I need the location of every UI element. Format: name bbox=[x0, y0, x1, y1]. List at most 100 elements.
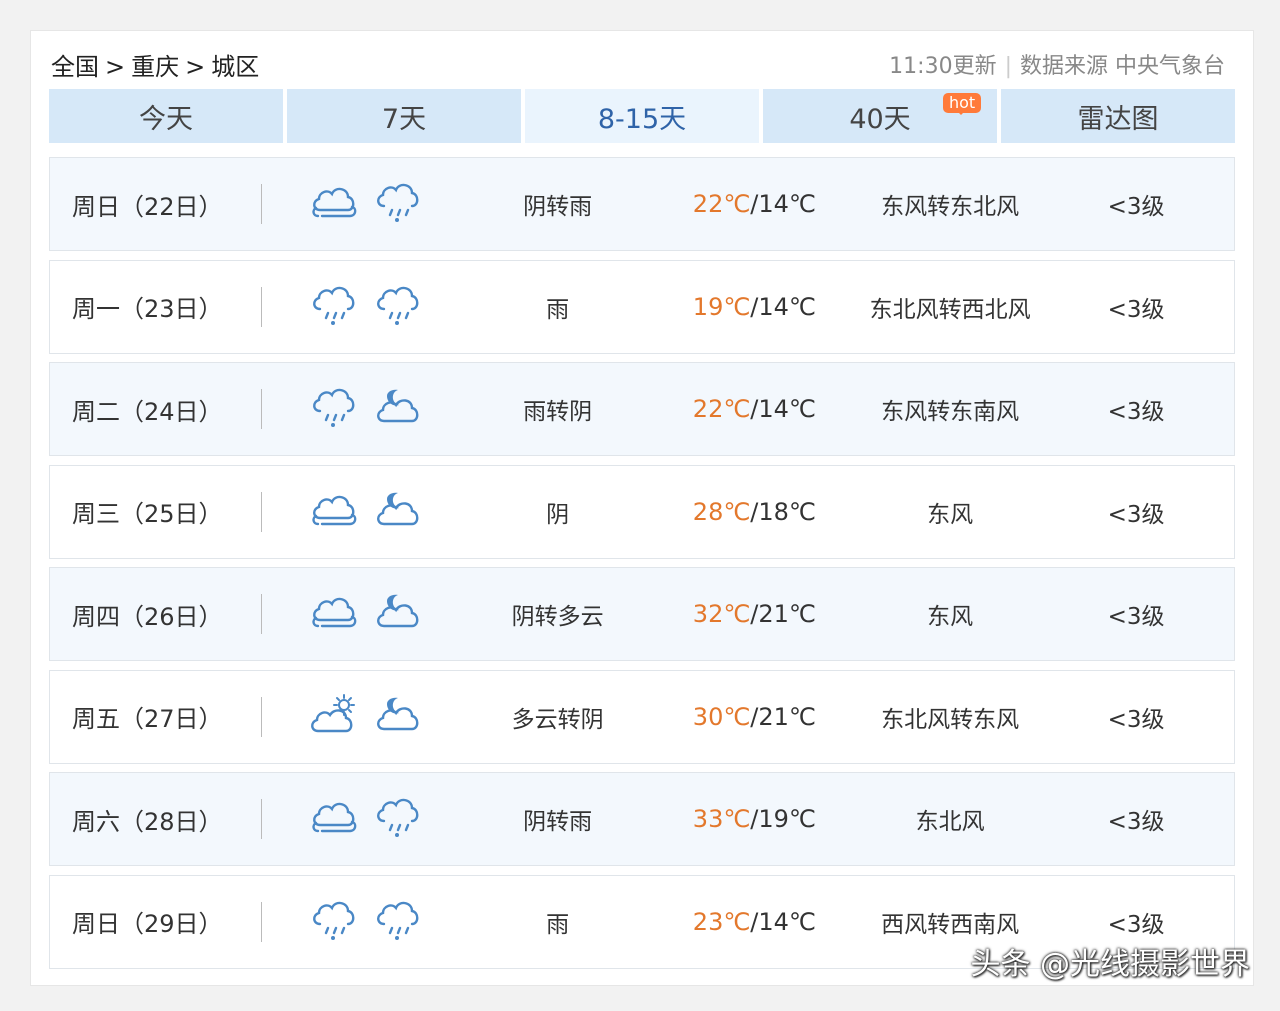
weather-icons bbox=[262, 180, 469, 228]
low-temp: /19℃ bbox=[750, 805, 816, 833]
moon-cloud-icon bbox=[374, 488, 424, 536]
wind-level: <3级 bbox=[1107, 399, 1165, 425]
rain-icon bbox=[374, 795, 424, 843]
weather-description: 多云转阴 bbox=[511, 706, 604, 733]
meta-divider: | bbox=[1004, 54, 1012, 79]
moon-cloud-icon bbox=[374, 693, 424, 741]
weather-description: 阴转雨 bbox=[523, 194, 593, 220]
wind-direction: 东风转东北风 bbox=[881, 194, 1020, 220]
day-label: 周二（24日） bbox=[72, 397, 223, 426]
tab-label: 雷达图 bbox=[1077, 103, 1159, 135]
weather-icons bbox=[262, 590, 469, 638]
weather-icons bbox=[262, 693, 469, 741]
tab-today[interactable]: 今天 bbox=[49, 89, 283, 143]
top-bar: 全国 > 重庆 > 城区 11:30更新 | 数据来源 中央气象台 bbox=[51, 49, 1225, 85]
low-temp: /21℃ bbox=[750, 600, 816, 628]
breadcrumb-city[interactable]: 重庆 bbox=[131, 53, 179, 81]
low-temp: /14℃ bbox=[750, 907, 816, 936]
wind-direction: 东风 bbox=[927, 604, 974, 630]
wind-direction: 东北风转东风 bbox=[881, 706, 1020, 733]
wind-level: <3级 bbox=[1107, 296, 1165, 323]
rain-icon bbox=[310, 898, 360, 946]
data-source: 数据来源 中央气象台 bbox=[1020, 54, 1225, 79]
update-info: 11:30更新 | 数据来源 中央气象台 bbox=[889, 49, 1225, 85]
temperature: 22℃/14℃ bbox=[647, 395, 862, 423]
high-temp: 22℃ bbox=[692, 190, 751, 218]
temperature: 33℃/19℃ bbox=[647, 805, 862, 833]
low-temp: /18℃ bbox=[750, 497, 816, 526]
tab-40day[interactable]: 40天 hot bbox=[763, 89, 997, 143]
day-label: 周三（25日） bbox=[72, 500, 223, 528]
high-temp: 23℃ bbox=[692, 907, 751, 936]
wind-level: <3级 bbox=[1107, 706, 1165, 733]
temperature: 30℃/21℃ bbox=[647, 703, 862, 731]
high-temp: 22℃ bbox=[692, 395, 751, 423]
cloud-icon bbox=[310, 795, 360, 843]
wind-direction: 东北风转西北风 bbox=[869, 296, 1031, 323]
moon-cloud-icon bbox=[374, 590, 424, 638]
moon-cloud-icon bbox=[374, 385, 424, 433]
temperature: 19℃/14℃ bbox=[647, 293, 862, 321]
forecast-row: 周日（22日） 阴转雨 22℃/14℃ 东风转东北风 <3级 bbox=[49, 157, 1235, 251]
wind-direction: 东北风 bbox=[915, 809, 985, 835]
high-temp: 30℃ bbox=[692, 702, 751, 731]
breadcrumb-separator: > bbox=[185, 53, 206, 81]
wind-level: <3级 bbox=[1107, 501, 1165, 528]
weather-description: 阴 bbox=[546, 501, 570, 528]
day-label: 周一（23日） bbox=[72, 295, 223, 323]
update-time: 11:30更新 bbox=[889, 54, 997, 79]
high-temp: 19℃ bbox=[692, 292, 751, 321]
rain-icon bbox=[310, 385, 360, 433]
tab-7day[interactable]: 7天 bbox=[287, 89, 521, 143]
weather-icons bbox=[262, 385, 469, 433]
tab-radar[interactable]: 雷达图 bbox=[1001, 89, 1235, 143]
breadcrumb-separator: > bbox=[105, 53, 126, 81]
rain-icon bbox=[374, 283, 424, 331]
forecast-card: 全国 > 重庆 > 城区 11:30更新 | 数据来源 中央气象台 今天 7天 8-15天 … bbox=[30, 30, 1254, 986]
forecast-row: 周三（25日） 阴 28℃/18℃ 东风 <3级 bbox=[49, 464, 1235, 559]
tab-label: 40天 bbox=[849, 103, 911, 135]
weather-icons bbox=[262, 898, 469, 946]
rain-icon bbox=[310, 283, 360, 331]
wind-direction: 西风转西南风 bbox=[881, 911, 1020, 938]
day-label: 周四（26日） bbox=[72, 602, 223, 631]
high-temp: 28℃ bbox=[692, 497, 751, 526]
sun-cloud-icon bbox=[310, 693, 360, 741]
tab-8-15day[interactable]: 8-15天 bbox=[525, 89, 759, 143]
low-temp: /14℃ bbox=[750, 190, 816, 218]
forecast-row: 周六（28日） 阴转雨 33℃/19℃ 东北风 <3级 bbox=[49, 772, 1235, 866]
forecast-row: 周二（24日） 雨转阴 22℃/14℃ 东风转东南风 <3级 bbox=[49, 362, 1235, 456]
breadcrumb-district[interactable]: 城区 bbox=[211, 53, 259, 81]
breadcrumb-country[interactable]: 全国 bbox=[51, 53, 99, 81]
wind-direction: 东风 bbox=[927, 501, 974, 528]
rain-icon bbox=[374, 898, 424, 946]
low-temp: /21℃ bbox=[750, 702, 816, 731]
wind-level: <3级 bbox=[1107, 911, 1165, 938]
weather-icons bbox=[262, 488, 469, 536]
cloud-icon bbox=[310, 488, 360, 536]
weather-icons bbox=[262, 795, 469, 843]
weather-description: 雨转阴 bbox=[523, 399, 593, 425]
forecast-tabs: 今天 7天 8-15天 40天 hot 雷达图 bbox=[49, 89, 1235, 143]
hot-badge: hot bbox=[943, 93, 982, 115]
watermark: 头条 @光线摄影世界 bbox=[970, 947, 1250, 982]
temperature: 22℃/14℃ bbox=[647, 190, 862, 218]
forecast-list: 周日（22日） 阴转雨 22℃/14℃ 东风转东北风 <3级 周一（23日） 雨… bbox=[49, 157, 1235, 977]
weather-icons bbox=[262, 283, 469, 331]
wind-level: <3级 bbox=[1107, 194, 1165, 220]
temperature: 28℃/18℃ bbox=[647, 498, 862, 526]
weather-description: 雨 bbox=[546, 296, 570, 323]
tab-label: 7天 bbox=[381, 103, 427, 135]
day-label: 周五（27日） bbox=[72, 705, 223, 733]
weather-description: 阴转雨 bbox=[523, 809, 593, 835]
high-temp: 32℃ bbox=[692, 600, 751, 628]
forecast-row: 周四（26日） 阴转多云 32℃/21℃ 东风 <3级 bbox=[49, 567, 1235, 661]
low-temp: /14℃ bbox=[750, 395, 816, 423]
low-temp: /14℃ bbox=[750, 292, 816, 321]
day-label: 周六（28日） bbox=[72, 807, 223, 836]
temperature: 23℃/14℃ bbox=[647, 908, 862, 936]
temperature: 32℃/21℃ bbox=[647, 600, 862, 628]
wind-level: <3级 bbox=[1107, 809, 1165, 835]
tab-label: 8-15天 bbox=[597, 103, 687, 135]
tab-label: 今天 bbox=[139, 103, 193, 135]
